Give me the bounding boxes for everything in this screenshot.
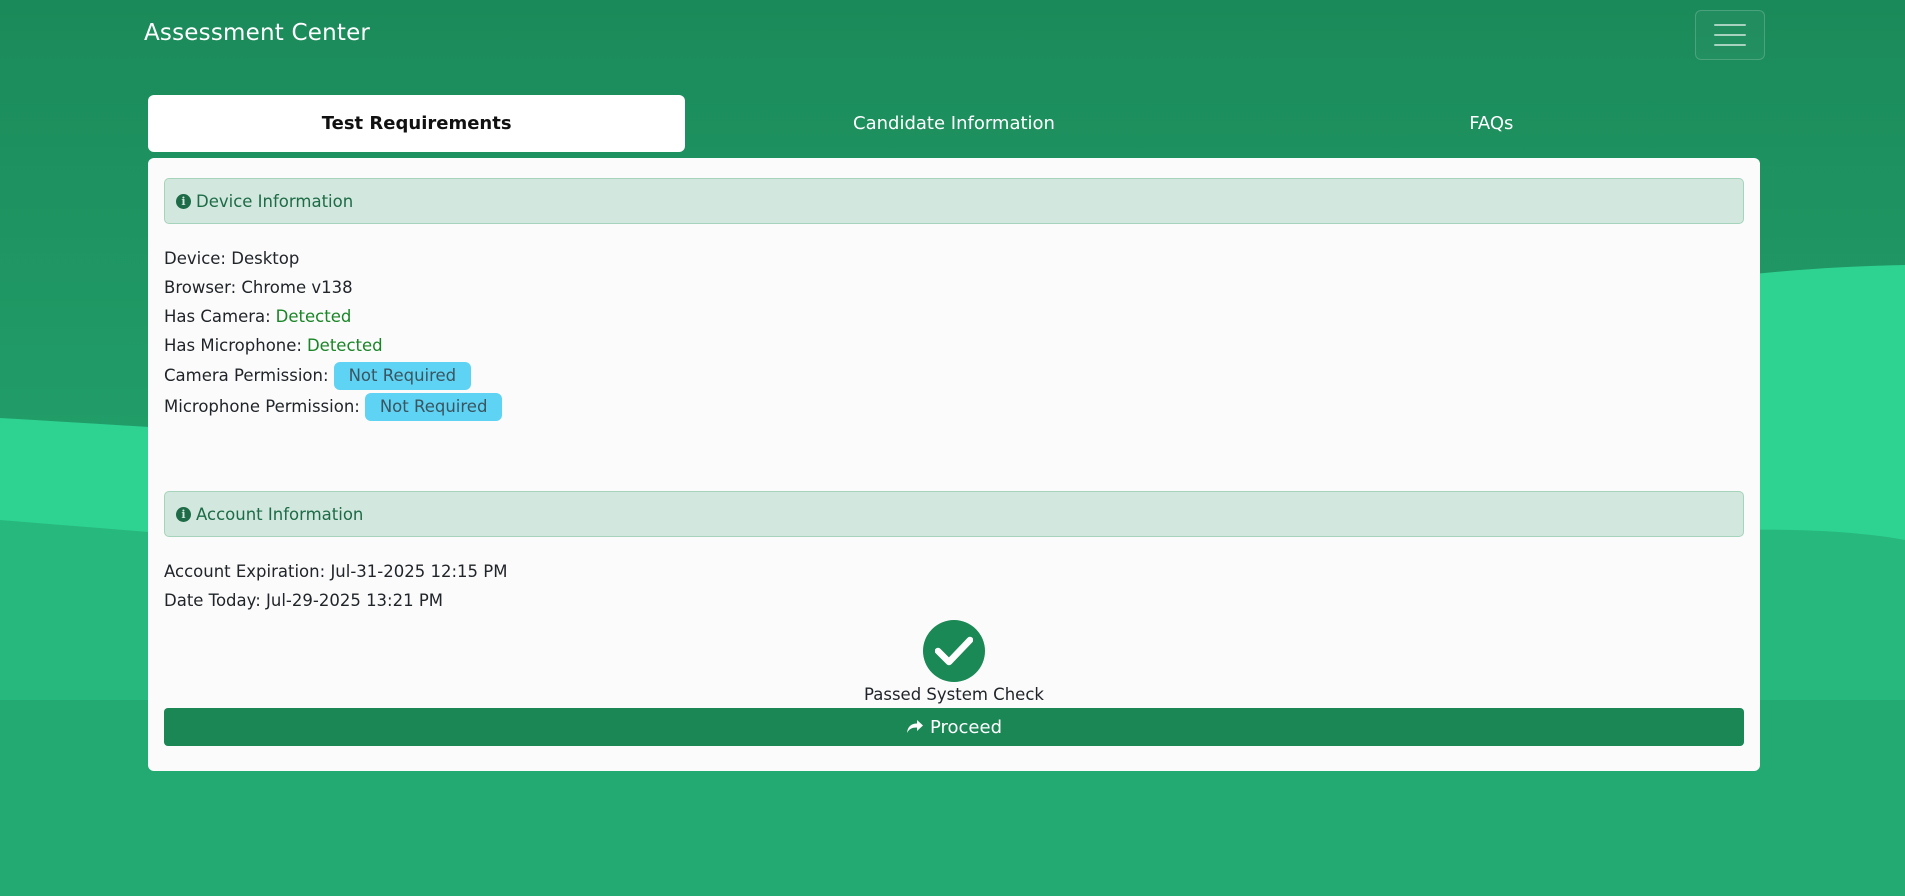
camera-permission-label: Camera Permission: — [164, 366, 329, 385]
tab-faqs[interactable]: FAQs — [1223, 95, 1760, 152]
info-icon: i — [176, 506, 191, 522]
check-circle-icon — [923, 620, 985, 682]
device-information-header: i Device Information — [164, 178, 1744, 224]
browser-value: Chrome v138 — [241, 278, 353, 297]
camera-permission-row: Camera Permission: Not Required — [164, 361, 1744, 390]
microphone-permission-badge: Not Required — [364, 392, 503, 421]
date-today-label: Date Today: — [164, 591, 261, 610]
tab-test-requirements[interactable]: Test Requirements — [148, 95, 686, 152]
date-today-value: Jul-29-2025 13:21 PM — [266, 591, 444, 610]
info-icon: i — [176, 193, 191, 209]
device-details: Device: Desktop Browser: Chrome v138 Has… — [164, 244, 1744, 421]
camera-permission-badge: Not Required — [333, 361, 472, 390]
share-arrow-icon — [906, 720, 923, 733]
device-label: Device: — [164, 249, 226, 268]
microphone-permission-row: Microphone Permission: Not Required — [164, 392, 1744, 421]
proceed-button[interactable]: Proceed — [164, 708, 1744, 746]
account-information-header: i Account Information — [164, 491, 1744, 537]
account-expiration-value: Jul-31-2025 12:15 PM — [330, 562, 508, 581]
browser-row: Browser: Chrome v138 — [164, 273, 1744, 302]
camera-label: Has Camera: — [164, 307, 271, 326]
proceed-label: Proceed — [929, 716, 1003, 738]
browser-label: Browser: — [164, 278, 237, 297]
microphone-row: Has Microphone: Detected — [164, 331, 1744, 360]
device-information-title: Device Information — [196, 191, 354, 211]
account-information-title: Account Information — [196, 504, 364, 524]
microphone-label: Has Microphone: — [164, 336, 302, 355]
tab-bar: Test Requirements Candidate Information … — [148, 95, 1760, 152]
microphone-status: Detected — [306, 336, 383, 355]
system-check-label: Passed System Check — [864, 685, 1044, 704]
tab-candidate-information[interactable]: Candidate Information — [685, 95, 1222, 152]
date-today-row: Date Today: Jul-29-2025 13:21 PM — [164, 586, 1744, 615]
microphone-permission-label: Microphone Permission: — [164, 397, 360, 416]
brand-title[interactable]: Assessment Center — [144, 20, 370, 46]
navbar: Assessment Center — [0, 0, 1905, 70]
account-expiration-label: Account Expiration: — [164, 562, 326, 581]
account-details: Account Expiration: Jul-31-2025 12:15 PM… — [164, 557, 1744, 615]
hamburger-icon[interactable] — [1695, 10, 1765, 60]
system-check-status: Passed System Check — [148, 620, 1760, 704]
account-expiration-row: Account Expiration: Jul-31-2025 12:15 PM — [164, 557, 1744, 586]
camera-row: Has Camera: Detected — [164, 302, 1744, 331]
device-row: Device: Desktop — [164, 244, 1744, 273]
camera-status: Detected — [275, 307, 352, 326]
test-requirements-card: i Device Information Device: Desktop Bro… — [148, 158, 1760, 771]
device-value: Desktop — [231, 249, 300, 268]
